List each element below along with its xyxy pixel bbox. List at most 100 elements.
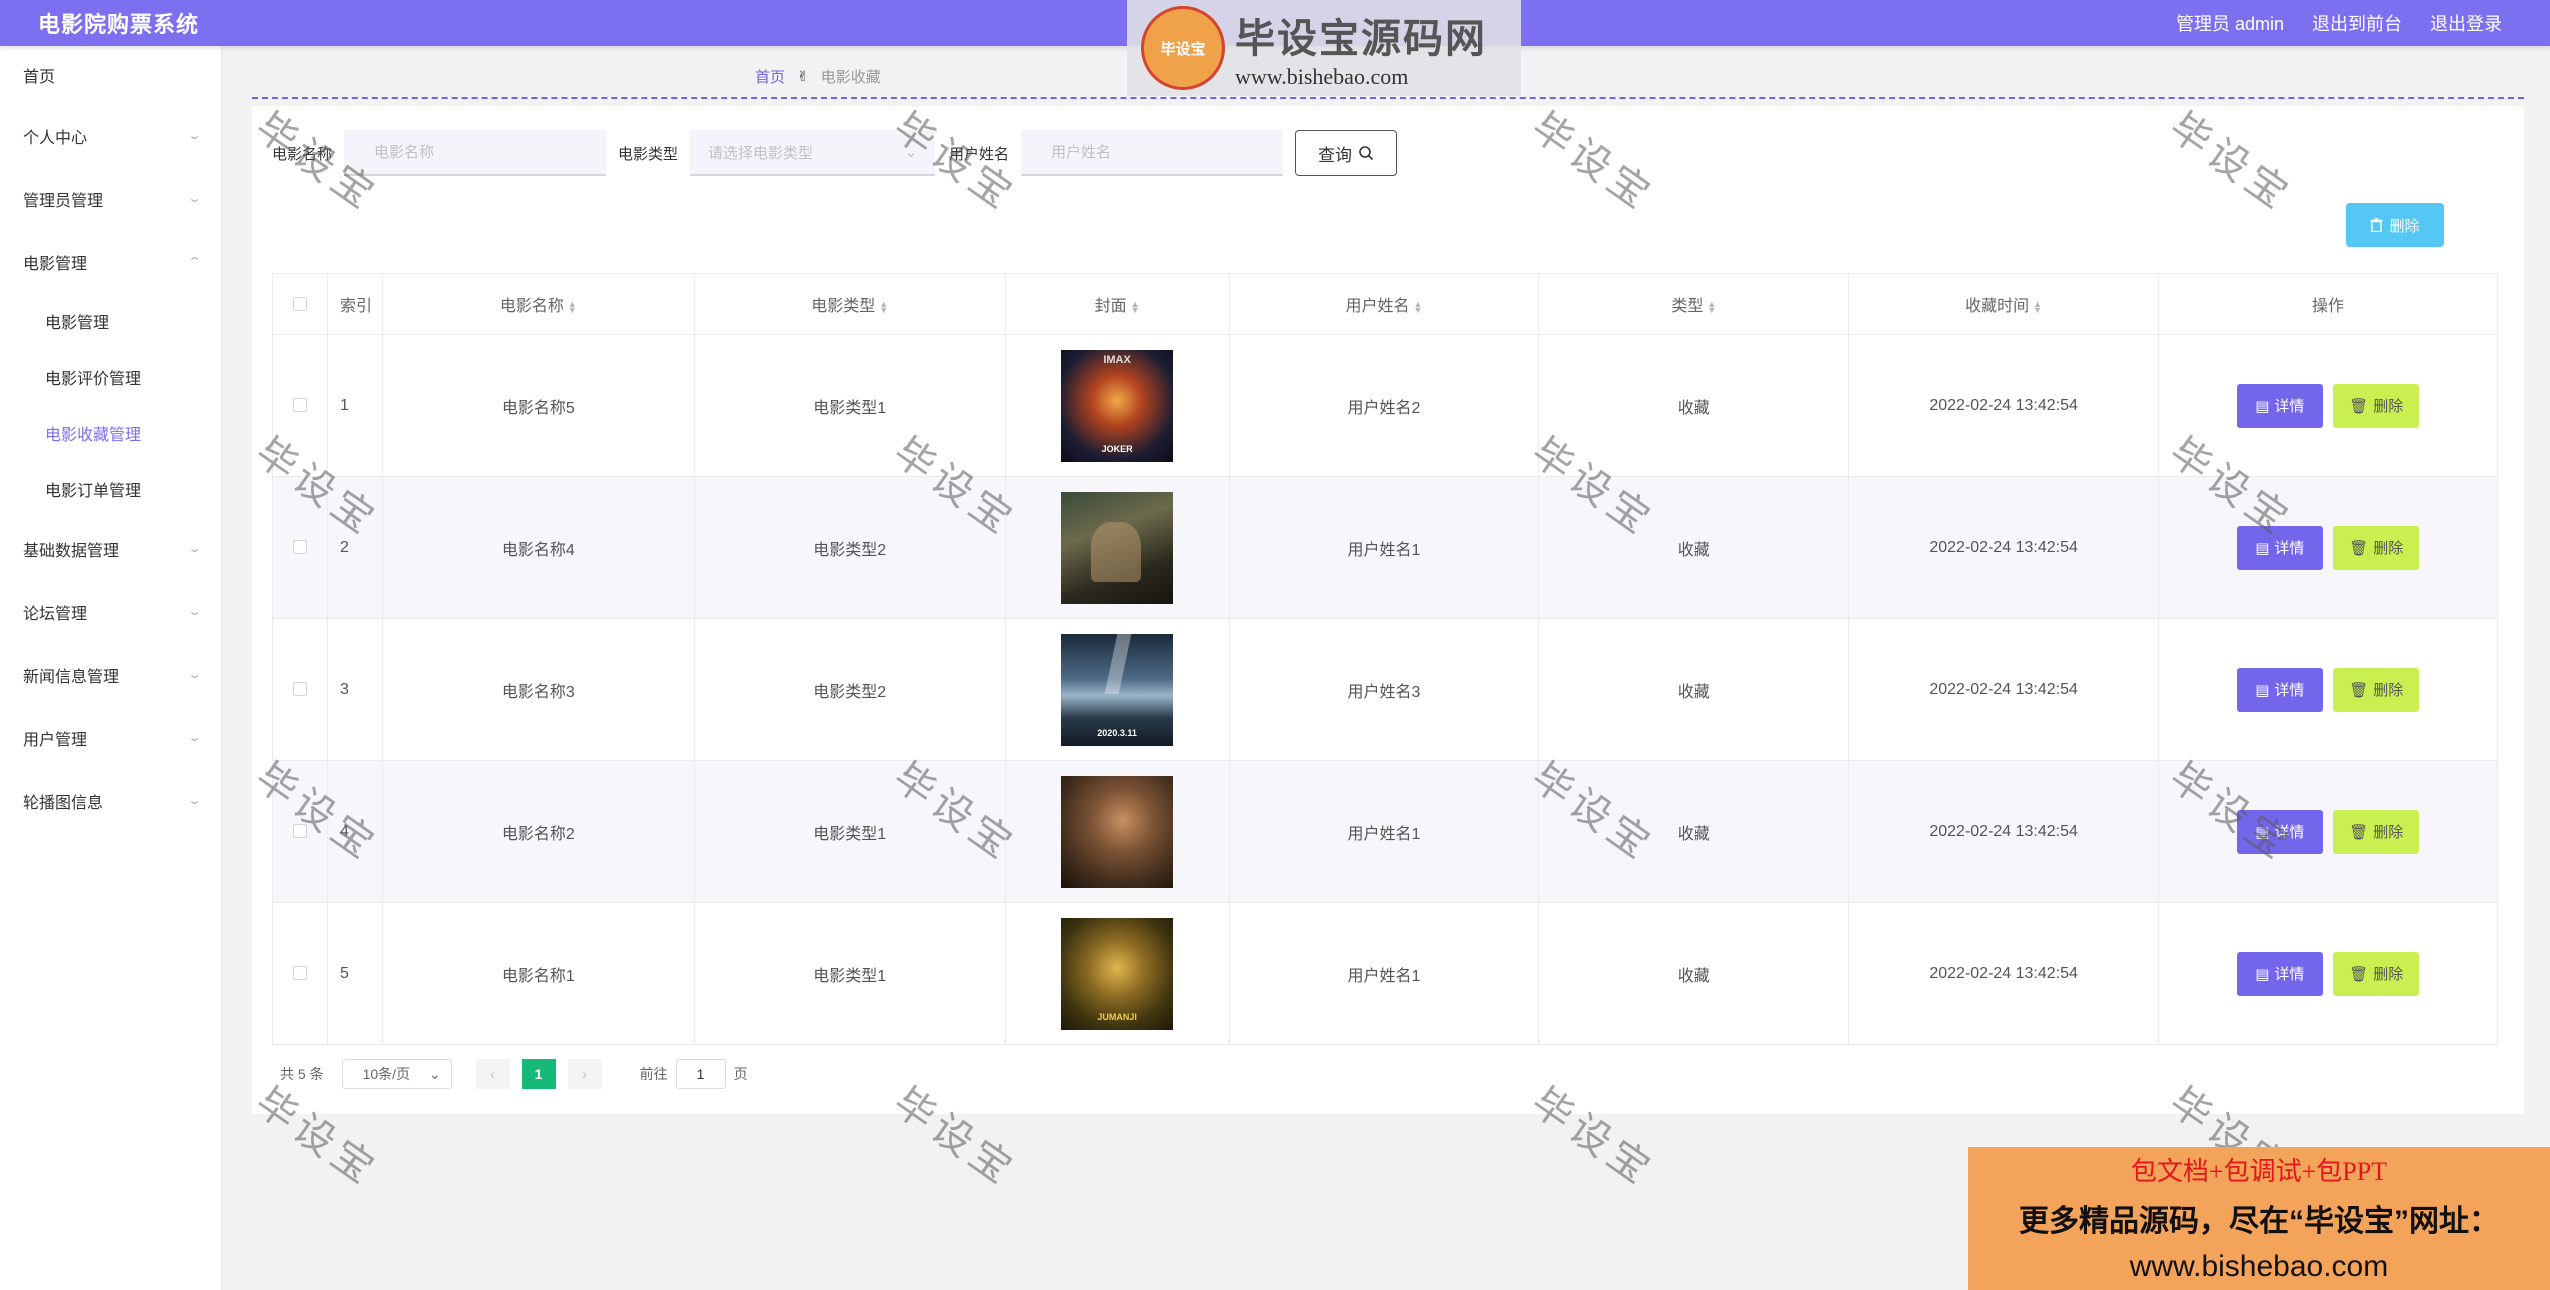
page-size-select[interactable]: 10条/页 ⌄ xyxy=(341,1059,452,1089)
col-movie-name[interactable]: 电影名称 ▲ ▼ xyxy=(381,273,695,335)
sidebar-item-label: 个人中心 xyxy=(23,129,88,147)
detail-label: 详情 xyxy=(2274,824,2305,841)
movie-type-select[interactable]: 请选择电影类型 ⌄ xyxy=(690,130,936,176)
delete-label: 删除 xyxy=(2373,398,2404,415)
cell-type: 收藏 xyxy=(1538,476,1850,619)
sidebar-item-forum[interactable]: 论坛管理 ⌄ xyxy=(0,580,221,643)
poster-caption: 2020.3.11 xyxy=(1097,727,1137,738)
row-checkbox[interactable] xyxy=(292,824,307,839)
cell-actions: ▤ 详情 🗑 删除 xyxy=(2158,334,2498,477)
sidebar-item-carousel[interactable]: 轮播图信息 ⌄ xyxy=(0,769,221,832)
movie-name-input[interactable] xyxy=(344,130,607,176)
movie-poster-image[interactable] xyxy=(1061,775,1174,888)
row-select-cell xyxy=(272,618,328,761)
col-movie-type[interactable]: 电影类型 ▲ ▼ xyxy=(693,273,1006,335)
chevron-down-icon: ⌄ xyxy=(904,144,918,161)
submenu-item-movie-favorites[interactable]: 电影收藏管理 xyxy=(0,405,221,461)
sidebar-item-movie-management[interactable]: 电影管理 ⌃ xyxy=(0,230,221,293)
to-front-link[interactable]: 退出到前台 xyxy=(2312,10,2402,36)
query-button[interactable]: 查询 xyxy=(1295,130,1398,176)
sidebar-item-admin-management[interactable]: 管理员管理 ⌄ xyxy=(0,167,221,230)
content-card: 电影名称 电影类型 请选择电影类型 ⌄ 用户姓名 查询 删除 xyxy=(252,106,2524,1114)
user-name-label: 用户姓名 xyxy=(949,145,1010,163)
cell-movie-type: 电影类型2 xyxy=(693,476,1006,619)
movie-poster-image[interactable]: 2020.3.11 xyxy=(1061,633,1174,746)
col-time[interactable]: 收藏时间 ▲ ▼ xyxy=(1848,273,2160,335)
breadcrumb-home[interactable]: 首页 xyxy=(755,66,785,87)
submenu-item-movie-reviews[interactable]: 电影评价管理 xyxy=(0,349,221,405)
page-number-button[interactable]: 1 xyxy=(521,1059,556,1089)
sort-icon[interactable]: ▲ ▼ xyxy=(1707,299,1716,314)
select-all-checkbox[interactable] xyxy=(292,296,307,311)
sidebar-item-home[interactable]: 首页 xyxy=(0,46,221,104)
document-icon: ▤ xyxy=(2255,965,2270,983)
logo-badge: 毕设宝 xyxy=(1141,6,1225,90)
batch-delete-button[interactable]: 删除 xyxy=(2346,203,2444,247)
cell-index: 3 xyxy=(326,618,383,761)
next-page-button[interactable]: › xyxy=(567,1059,602,1089)
breadcrumb-current: 电影收藏 xyxy=(820,69,881,86)
movie-name-label: 电影名称 xyxy=(272,145,333,163)
sidebar-item-personal-center[interactable]: 个人中心 ⌄ xyxy=(0,104,221,167)
sidebar-item-news[interactable]: 新闻信息管理 ⌄ xyxy=(0,643,221,706)
sort-icon[interactable]: ▲ ▼ xyxy=(568,299,577,314)
movie-poster-image[interactable]: IMAX JOKER xyxy=(1061,349,1174,462)
prev-page-button[interactable]: ‹ xyxy=(475,1059,510,1089)
detail-label: 详情 xyxy=(2274,682,2305,699)
col-type[interactable]: 类型 ▲ ▼ xyxy=(1538,273,1850,335)
movie-poster-image[interactable]: JUMANJI xyxy=(1061,917,1174,1030)
cell-time: 2022-02-24 13:42:54 xyxy=(1848,760,2160,903)
movie-poster-image[interactable] xyxy=(1061,491,1174,604)
table-row: 2 电影名称4 电影类型2 用户姓名1 收藏 2022-02-24 13:42:… xyxy=(272,476,2498,619)
cell-actions: ▤ 详情 🗑 删除 xyxy=(2158,760,2498,903)
user-name-input[interactable] xyxy=(1021,130,1284,176)
goto-page-input[interactable] xyxy=(675,1059,726,1089)
sort-icon[interactable]: ▲ ▼ xyxy=(879,299,888,314)
trash-icon: 🗑 xyxy=(2349,539,2369,557)
page-unit-label: 页 xyxy=(733,1066,748,1082)
submenu-item-movie-orders[interactable]: 电影订单管理 xyxy=(0,461,221,517)
sidebar-item-basic-data[interactable]: 基础数据管理 ⌄ xyxy=(0,517,221,580)
detail-button[interactable]: ▤ 详情 xyxy=(2236,667,2323,712)
cell-actions: ▤ 详情 🗑 删除 xyxy=(2158,902,2498,1045)
delete-button[interactable]: 🗑 删除 xyxy=(2333,809,2420,854)
row-checkbox[interactable] xyxy=(292,540,307,555)
col-cover[interactable]: 封面 ▲ ▼ xyxy=(1004,273,1230,335)
row-checkbox[interactable] xyxy=(292,398,307,413)
cell-user-name: 用户姓名1 xyxy=(1228,476,1540,619)
col-user-name[interactable]: 用户姓名 ▲ ▼ xyxy=(1228,273,1540,335)
sort-icon[interactable]: ▲ ▼ xyxy=(1414,299,1423,314)
delete-label: 删除 xyxy=(2373,824,2404,841)
row-checkbox[interactable] xyxy=(292,682,307,697)
cell-movie-name: 电影名称4 xyxy=(381,476,695,619)
sort-icon[interactable]: ▲ ▼ xyxy=(2033,299,2042,314)
sidebar-item-label: 新闻信息管理 xyxy=(23,668,120,686)
row-select-cell xyxy=(272,902,328,1045)
total-count: 共 5 条 xyxy=(280,1066,324,1082)
sort-icon[interactable]: ▲ ▼ xyxy=(1131,299,1140,314)
submenu-item-label: 电影收藏管理 xyxy=(45,427,142,444)
detail-button[interactable]: ▤ 详情 xyxy=(2236,951,2323,996)
breadcrumb: 首页 ✌ 电影收藏 xyxy=(755,66,881,87)
delete-button[interactable]: 🗑 删除 xyxy=(2333,951,2420,996)
delete-button[interactable]: 🗑 删除 xyxy=(2333,525,2420,570)
sidebar-item-users[interactable]: 用户管理 ⌄ xyxy=(0,706,221,769)
cell-actions: ▤ 详情 🗑 删除 xyxy=(2158,618,2498,761)
trash-icon: 🗑 xyxy=(2349,823,2369,841)
detail-button[interactable]: ▤ 详情 xyxy=(2236,383,2323,428)
detail-button[interactable]: ▤ 详情 xyxy=(2236,809,2323,854)
col-actions: 操作 xyxy=(2158,273,2498,335)
submenu-item-movies[interactable]: 电影管理 xyxy=(0,293,221,349)
delete-button[interactable]: 🗑 删除 xyxy=(2333,667,2420,712)
chevron-left-icon: ‹ xyxy=(490,1066,495,1082)
row-checkbox[interactable] xyxy=(292,966,307,981)
delete-button[interactable]: 🗑 删除 xyxy=(2333,383,2420,428)
document-icon: ▤ xyxy=(2255,397,2270,415)
logout-link[interactable]: 退出登录 xyxy=(2430,10,2502,36)
detail-label: 详情 xyxy=(2274,966,2305,983)
cell-actions: ▤ 详情 🗑 删除 xyxy=(2158,476,2498,619)
detail-button[interactable]: ▤ 详情 xyxy=(2236,525,2323,570)
admin-label[interactable]: 管理员 admin xyxy=(2176,10,2284,36)
cell-time: 2022-02-24 13:42:54 xyxy=(1848,334,2160,477)
pagination: 共 5 条 10条/页 ⌄ ‹ 1 › 前往 页 xyxy=(280,1059,748,1089)
